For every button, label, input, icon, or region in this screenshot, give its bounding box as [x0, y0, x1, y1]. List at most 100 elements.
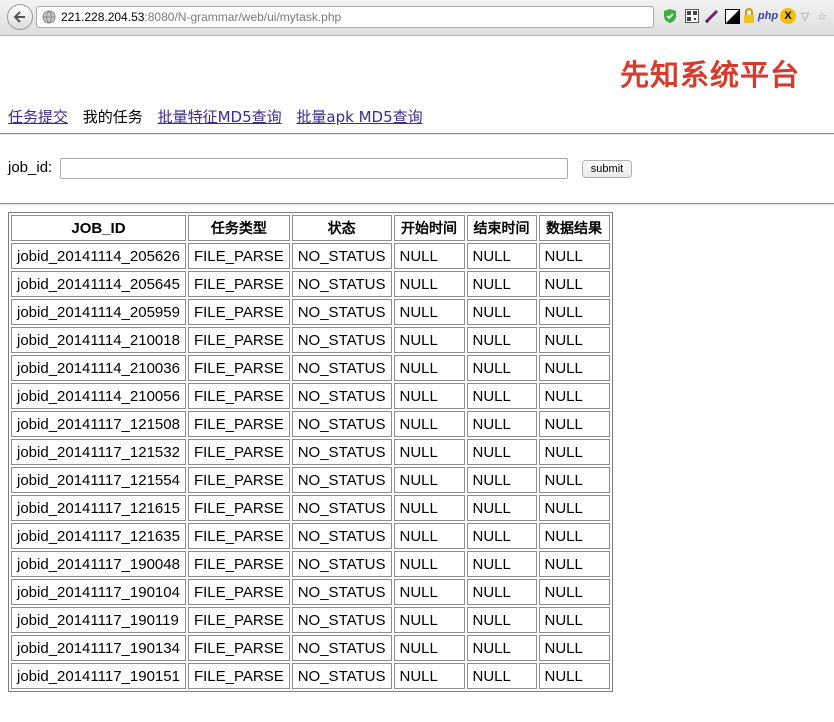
start-time-cell: NULL — [393, 411, 465, 437]
main-nav: 任务提交 我的任务 批量特征MD5查询 批量apk MD5查询 — [8, 106, 433, 127]
job-id-input[interactable] — [60, 158, 568, 179]
start-time-cell: NULL — [393, 467, 465, 493]
end-time-cell: NULL — [466, 467, 537, 493]
status-cell: NO_STATUS — [291, 327, 392, 353]
data-result-cell: NULL — [538, 495, 610, 521]
job-id-cell: jobid_20141117_190048 — [11, 551, 186, 577]
start-time-cell: NULL — [393, 579, 465, 605]
task-type-cell: FILE_PARSE — [187, 271, 290, 297]
start-time-cell: NULL — [393, 327, 465, 353]
divider — [0, 203, 834, 205]
job-id-cell: jobid_20141117_121532 — [11, 439, 186, 465]
lock-icon[interactable] — [742, 8, 756, 24]
url-path: :8080/N-grammar/web/ui/mytask.php — [144, 10, 342, 24]
end-time-cell: NULL — [466, 523, 537, 549]
task-type-cell: FILE_PARSE — [187, 467, 290, 493]
end-time-cell: NULL — [466, 411, 537, 437]
start-time-cell: NULL — [393, 439, 465, 465]
task-type-cell: FILE_PARSE — [187, 355, 290, 381]
job-id-cell: jobid_20141117_190151 — [11, 663, 186, 689]
data-result-cell: NULL — [538, 607, 610, 633]
table-row: jobid_20141114_210056 FILE_PARSE NO_STATUS… — [11, 383, 610, 409]
table-row: jobid_20141117_190104 FILE_PARSE NO_STATUS… — [11, 579, 610, 605]
job-id-cell: jobid_20141114_210056 — [11, 383, 186, 409]
end-time-cell: NULL — [466, 495, 537, 521]
task-type-cell: FILE_PARSE — [187, 523, 290, 549]
status-cell: NO_STATUS — [291, 299, 392, 325]
php-icon[interactable]: php — [758, 8, 778, 24]
status-cell: NO_STATUS — [291, 663, 392, 689]
shield-icon[interactable] — [662, 8, 678, 24]
nav-batch-feature-md5-link[interactable]: 批量特征MD5查询 — [158, 108, 282, 126]
status-cell: NO_STATUS — [291, 411, 392, 437]
data-result-cell: NULL — [538, 551, 610, 577]
data-result-cell: NULL — [538, 383, 610, 409]
column-header-data-result: 数据结果 — [538, 215, 610, 241]
qr-code-icon[interactable] — [684, 8, 700, 24]
browser-toolbar: 221.228.204.53:8080/N-grammar/web/ui/myt… — [0, 0, 834, 36]
status-cell: NO_STATUS — [291, 243, 392, 269]
task-type-cell: FILE_PARSE — [187, 383, 290, 409]
star-icon[interactable]: ☆ — [815, 8, 829, 24]
task-type-cell: FILE_PARSE — [187, 243, 290, 269]
task-type-cell: FILE_PARSE — [187, 551, 290, 577]
job-id-label: job_id: — [8, 159, 53, 176]
job-id-cell: jobid_20141117_121635 — [11, 523, 186, 549]
column-header-job-id: JOB_ID — [11, 215, 186, 241]
end-time-cell: NULL — [466, 579, 537, 605]
back-button[interactable] — [7, 4, 33, 30]
task-type-cell: FILE_PARSE — [187, 607, 290, 633]
data-result-cell: NULL — [538, 299, 610, 325]
column-header-status: 状态 — [291, 215, 392, 241]
task-type-cell: FILE_PARSE — [187, 411, 290, 437]
globe-icon — [42, 10, 56, 24]
task-type-cell: FILE_PARSE — [187, 439, 290, 465]
end-time-cell: NULL — [466, 355, 537, 381]
status-cell: NO_STATUS — [291, 523, 392, 549]
end-time-cell: NULL — [466, 243, 537, 269]
status-cell: NO_STATUS — [291, 551, 392, 577]
table-row: jobid_20141114_205645 FILE_PARSE NO_STATUS… — [11, 271, 610, 297]
nav-my-tasks-current: 我的任务 — [82, 108, 143, 126]
brush-icon[interactable] — [704, 8, 720, 24]
end-time-cell: NULL — [466, 551, 537, 577]
start-time-cell: NULL — [393, 495, 465, 521]
column-header-task-type: 任务类型 — [187, 215, 290, 241]
table-header-row: JOB_ID 任务类型 状态 开始时间 结束时间 数据结果 — [11, 215, 610, 241]
end-time-cell: NULL — [466, 383, 537, 409]
job-id-cell: jobid_20141114_205645 — [11, 271, 186, 297]
nav-batch-apk-md5-link[interactable]: 批量apk MD5查询 — [296, 108, 422, 126]
start-time-cell: NULL — [393, 607, 465, 633]
start-time-cell: NULL — [393, 243, 465, 269]
job-id-cell: jobid_20141114_205959 — [11, 299, 186, 325]
address-bar[interactable]: 221.228.204.53:8080/N-grammar/web/ui/myt… — [36, 6, 654, 28]
nav-task-submit-link[interactable]: 任务提交 — [8, 108, 68, 126]
table-row: jobid_20141117_121554 FILE_PARSE NO_STATUS… — [11, 467, 610, 493]
start-time-cell: NULL — [393, 663, 465, 689]
data-result-cell: NULL — [538, 439, 610, 465]
end-time-cell: NULL — [466, 299, 537, 325]
data-result-cell: NULL — [538, 411, 610, 437]
dropdown-arrow-icon[interactable]: ▽ — [800, 8, 810, 24]
table-row: jobid_20141117_190134 FILE_PARSE NO_STATUS… — [11, 635, 610, 661]
data-result-cell: NULL — [538, 467, 610, 493]
job-id-cell: jobid_20141114_210036 — [11, 355, 186, 381]
data-result-cell: NULL — [538, 635, 610, 661]
status-cell: NO_STATUS — [291, 635, 392, 661]
data-result-cell: NULL — [538, 523, 610, 549]
task-type-cell: FILE_PARSE — [187, 635, 290, 661]
status-cell: NO_STATUS — [291, 495, 392, 521]
x-icon[interactable]: X — [780, 8, 796, 24]
end-time-cell: NULL — [466, 439, 537, 465]
data-result-cell: NULL — [538, 271, 610, 297]
job-id-cell: jobid_20141114_205626 — [11, 243, 186, 269]
status-cell: NO_STATUS — [291, 467, 392, 493]
status-cell: NO_STATUS — [291, 271, 392, 297]
job-id-cell: jobid_20141117_190119 — [11, 607, 186, 633]
end-time-cell: NULL — [466, 271, 537, 297]
divider — [0, 133, 834, 135]
submit-button[interactable]: submit — [582, 160, 632, 178]
contrast-icon[interactable] — [724, 8, 740, 24]
end-time-cell: NULL — [466, 327, 537, 353]
job-id-cell: jobid_20141117_121615 — [11, 495, 186, 521]
